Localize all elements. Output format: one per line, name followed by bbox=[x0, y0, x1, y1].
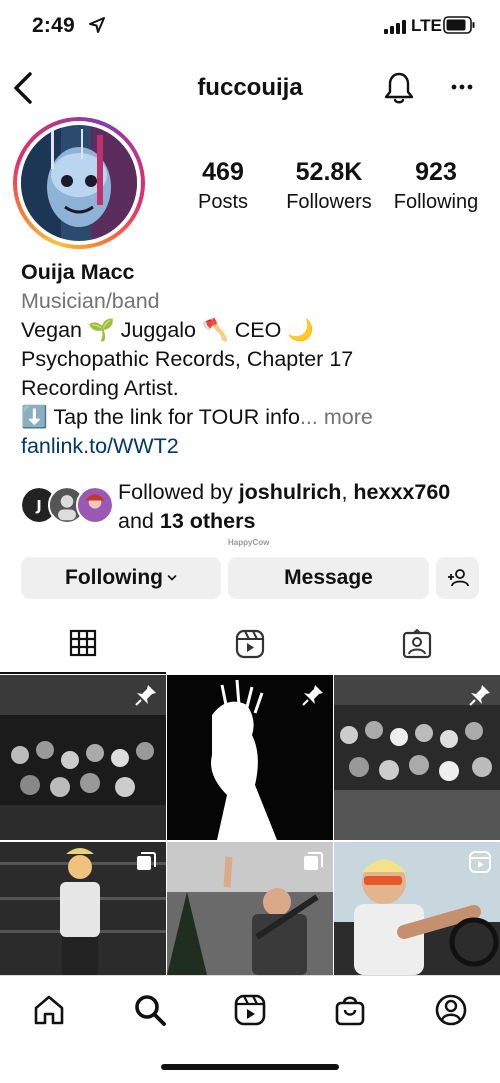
post-thumbnail[interactable] bbox=[334, 842, 500, 975]
message-button-label: Message bbox=[284, 566, 373, 589]
display-name: Ouija Macc bbox=[21, 260, 135, 284]
tab-reels[interactable] bbox=[167, 614, 333, 674]
tagged-icon bbox=[402, 629, 432, 659]
profile-username: fuccouija bbox=[197, 74, 303, 101]
location-arrow-icon bbox=[89, 17, 105, 33]
mutual-others[interactable]: 13 others bbox=[160, 509, 256, 533]
post-thumbnail[interactable] bbox=[0, 842, 166, 975]
pin-icon bbox=[302, 685, 323, 706]
mutual-user[interactable]: joshulrich bbox=[239, 480, 342, 504]
bio-link[interactable]: fanlink.to/WWT2 bbox=[21, 432, 491, 461]
stat-posts[interactable]: 469 Posts bbox=[180, 158, 266, 214]
mutual-avatars: J bbox=[20, 486, 114, 526]
stat-following[interactable]: 923 Following bbox=[386, 158, 486, 214]
following-label: Following bbox=[393, 191, 479, 213]
mutual-avatar bbox=[76, 486, 114, 524]
reel-icon bbox=[469, 851, 491, 873]
shopping-bag-icon bbox=[335, 996, 365, 1026]
profile-actions: Following Message bbox=[0, 557, 500, 601]
posts-label: Posts bbox=[197, 191, 249, 213]
home-indicator bbox=[161, 1064, 339, 1070]
ellipsis-icon bbox=[451, 84, 473, 90]
profile-tabs bbox=[0, 614, 500, 674]
bio-line: Vegan 🌱 Juggalo 🪓 CEO 🌙 bbox=[21, 318, 315, 342]
bio-line-text: ⬇️ Tap the link for TOUR info bbox=[21, 405, 300, 429]
following-count: 923 bbox=[415, 158, 457, 186]
bio-line: ⬇️ Tap the link for TOUR info... more bbox=[21, 403, 491, 432]
bell-icon bbox=[384, 72, 414, 104]
multi-icon bbox=[137, 852, 156, 870]
following-button-label: Following bbox=[65, 566, 163, 589]
nav-search[interactable] bbox=[130, 990, 170, 1030]
nav-home[interactable] bbox=[29, 990, 69, 1030]
status-bar: 2:49 LTE bbox=[0, 0, 500, 56]
post-thumbnail[interactable] bbox=[167, 842, 333, 975]
posts-grid bbox=[0, 675, 500, 975]
mutual-user[interactable]: hexxx760 bbox=[353, 480, 450, 504]
nav-shop[interactable] bbox=[330, 990, 370, 1030]
profile-bio: Ouija Macc Musician/band Vegan 🌱 Juggalo… bbox=[21, 258, 491, 461]
add-user-icon bbox=[447, 569, 469, 587]
stat-followers[interactable]: 52.8K Followers bbox=[278, 158, 380, 214]
home-icon bbox=[34, 995, 64, 1025]
bio-line: Recording Artist. bbox=[21, 376, 179, 400]
search-icon bbox=[135, 995, 166, 1026]
followers-count: 52.8K bbox=[295, 158, 363, 186]
watermark: HappyCow bbox=[228, 538, 270, 547]
following-button[interactable]: Following bbox=[21, 557, 221, 599]
nav-reels[interactable] bbox=[230, 990, 270, 1030]
nav-profile[interactable] bbox=[431, 990, 471, 1030]
top-nav: fuccouija bbox=[0, 62, 500, 116]
chevron-down-icon bbox=[167, 575, 177, 581]
svg-text:J: J bbox=[35, 498, 41, 514]
post-thumbnail[interactable] bbox=[0, 675, 166, 840]
followers-label: Followers bbox=[286, 191, 372, 213]
profile-category: Musician/band bbox=[21, 289, 160, 313]
post-thumbnail[interactable] bbox=[167, 675, 333, 840]
story-ring[interactable] bbox=[13, 117, 145, 249]
reels-icon bbox=[235, 629, 265, 659]
cell-signal-icon bbox=[384, 20, 406, 34]
message-button[interactable]: Message bbox=[228, 557, 429, 599]
post-thumbnail[interactable] bbox=[334, 675, 500, 840]
battery-icon bbox=[443, 16, 475, 34]
followed-by[interactable]: J Followed by joshulrich, hexxx760 and 1… bbox=[20, 478, 490, 538]
status-time: 2:49 bbox=[32, 14, 75, 37]
network-type: LTE bbox=[411, 16, 442, 35]
suggested-users-button[interactable] bbox=[436, 557, 479, 599]
grid-icon bbox=[69, 629, 97, 657]
bottom-tab-bar bbox=[0, 975, 500, 1083]
more-options-button[interactable] bbox=[446, 72, 478, 102]
bio-line: Psychopathic Records, Chapter 17 bbox=[21, 347, 354, 371]
bio-more-link[interactable]: ... more bbox=[300, 405, 373, 429]
notifications-button[interactable] bbox=[382, 70, 416, 106]
posts-count: 469 bbox=[202, 158, 244, 186]
pin-icon bbox=[469, 685, 490, 706]
tab-tagged[interactable] bbox=[334, 614, 500, 674]
reels-icon bbox=[234, 994, 266, 1026]
pin-icon bbox=[135, 685, 156, 706]
profile-avatar[interactable] bbox=[21, 125, 137, 241]
multi-icon bbox=[304, 852, 323, 870]
profile-icon bbox=[435, 994, 467, 1026]
tab-posts-grid[interactable] bbox=[0, 614, 166, 674]
followed-by-text: Followed by joshulrich, hexxx760 and 13 … bbox=[118, 480, 451, 533]
